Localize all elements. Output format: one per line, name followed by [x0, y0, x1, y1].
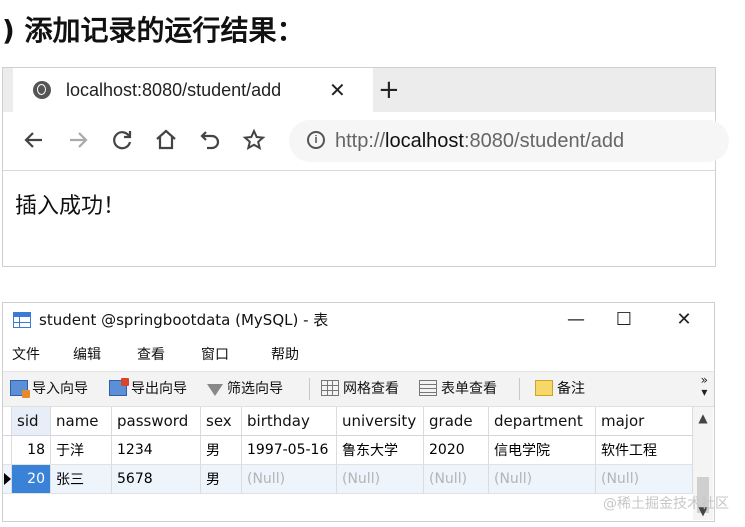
back-icon[interactable] — [19, 126, 49, 156]
column-header[interactable]: department — [488, 407, 596, 436]
form-view-button[interactable]: 表单查看 — [419, 372, 497, 406]
column-header[interactable]: password — [111, 407, 201, 436]
globe-icon — [33, 81, 51, 99]
toolbar-overflow-icon[interactable]: » ▾ — [701, 374, 708, 398]
menu-window[interactable]: 窗口 — [201, 339, 229, 371]
export-icon — [109, 378, 129, 396]
row-indicator[interactable] — [3, 435, 12, 465]
title-bar: student @springbootdata (MySQL) - 表 — ☐ … — [3, 303, 714, 339]
cell-department[interactable]: (Null) — [488, 464, 596, 494]
cell-university[interactable]: (Null) — [336, 464, 424, 494]
toolbar-divider — [519, 378, 520, 400]
notes-button[interactable]: 备注 — [535, 372, 585, 406]
menu-help[interactable]: 帮助 — [271, 339, 299, 371]
grid-view-button[interactable]: 网格查看 — [321, 372, 399, 406]
browser-window: localhost:8080/student/add ✕ + i http://… — [2, 67, 729, 267]
menu-bar: 文件 编辑 查看 窗口 帮助 — [3, 339, 714, 371]
info-icon[interactable]: i — [307, 131, 325, 149]
table-row[interactable]: 20 张三 5678 男 (Null) (Null) (Null) (Null)… — [3, 464, 693, 494]
cell-birthday[interactable]: (Null) — [241, 464, 337, 494]
toolbar: 导入向导 导出向导 筛选向导 网格查看 表单查看 备注 » ▾ — [3, 371, 714, 407]
column-header[interactable]: birthday — [241, 407, 337, 436]
page-content-text: 插入成功！ — [15, 194, 126, 219]
cell-password[interactable]: 1234 — [111, 435, 201, 465]
menu-view[interactable]: 查看 — [137, 339, 165, 371]
new-tab-button[interactable]: + — [378, 68, 400, 112]
tab-close-icon[interactable]: ✕ — [329, 68, 346, 112]
column-header[interactable]: university — [336, 407, 424, 436]
current-row-arrow-icon[interactable] — [3, 464, 12, 494]
tab-strip: localhost:8080/student/add ✕ + — [3, 68, 715, 112]
cell-birthday[interactable]: 1997-05-16 — [241, 435, 337, 465]
cell-password[interactable]: 5678 — [111, 464, 201, 494]
cell-name[interactable]: 于洋 — [50, 435, 112, 465]
minimize-button[interactable]: — — [553, 303, 599, 337]
table-row[interactable]: 18 于洋 1234 男 1997-05-16 鲁东大学 2020 信电学院 软… — [3, 435, 693, 465]
header-row: sid name password sex birthday universit… — [3, 407, 693, 436]
cell-name[interactable]: 张三 — [50, 464, 112, 494]
page-heading: ) 添加记录的运行结果： — [2, 14, 305, 47]
tab-title: localhost:8080/student/add — [66, 80, 282, 100]
column-header[interactable]: grade — [423, 407, 489, 436]
grid-icon — [321, 380, 339, 396]
forward-icon[interactable] — [63, 126, 93, 156]
star-icon[interactable] — [239, 126, 269, 156]
cell-university[interactable]: 鲁东大学 — [336, 435, 424, 465]
nav-bar: i http://localhost:8080/student/add — [3, 112, 729, 171]
column-header[interactable]: sex — [200, 407, 242, 436]
cell-sid[interactable]: 20 — [11, 464, 51, 494]
scroll-up-icon[interactable]: ▲ — [693, 411, 713, 425]
cell-department[interactable]: 信电学院 — [488, 435, 596, 465]
reload-icon[interactable] — [107, 126, 137, 156]
cell-major[interactable]: (Null) — [595, 464, 693, 494]
home-icon[interactable] — [151, 126, 181, 156]
address-bar[interactable]: i http://localhost:8080/student/add — [289, 120, 729, 162]
toolbar-divider — [309, 378, 310, 400]
cell-sex[interactable]: 男 — [200, 464, 242, 494]
watermark: @稀土掘金技术社区 — [603, 496, 729, 512]
window-title: student @springbootdata (MySQL) - 表 — [39, 311, 329, 329]
import-icon — [10, 380, 30, 398]
note-icon — [535, 380, 553, 396]
column-header[interactable]: sid — [11, 407, 51, 436]
cell-grade[interactable]: (Null) — [423, 464, 489, 494]
undo-icon[interactable] — [195, 126, 225, 156]
table-icon — [13, 312, 31, 328]
url-text: http://localhost:8080/student/add — [335, 130, 625, 152]
column-header[interactable]: major — [595, 407, 693, 436]
browser-tab[interactable]: localhost:8080/student/add ✕ — [13, 68, 373, 112]
filter-icon — [207, 384, 223, 396]
cell-major[interactable]: 软件工程 — [595, 435, 693, 465]
export-wizard-button[interactable]: 导出向导 — [109, 372, 187, 406]
menu-file[interactable]: 文件 — [12, 339, 40, 371]
cell-sex[interactable]: 男 — [200, 435, 242, 465]
cell-sid[interactable]: 18 — [11, 435, 51, 465]
close-button[interactable]: ✕ — [661, 303, 707, 337]
import-wizard-button[interactable]: 导入向导 — [10, 372, 88, 406]
filter-wizard-button[interactable]: 筛选向导 — [207, 372, 283, 406]
menu-edit[interactable]: 编辑 — [73, 339, 101, 371]
navicat-window: student @springbootdata (MySQL) - 表 — ☐ … — [2, 302, 715, 522]
maximize-button[interactable]: ☐ — [601, 303, 647, 337]
column-header[interactable]: name — [50, 407, 112, 436]
form-icon — [419, 380, 437, 396]
row-header-corner — [3, 407, 12, 436]
cell-grade[interactable]: 2020 — [423, 435, 489, 465]
data-grid: sid name password sex birthday universit… — [3, 407, 693, 494]
